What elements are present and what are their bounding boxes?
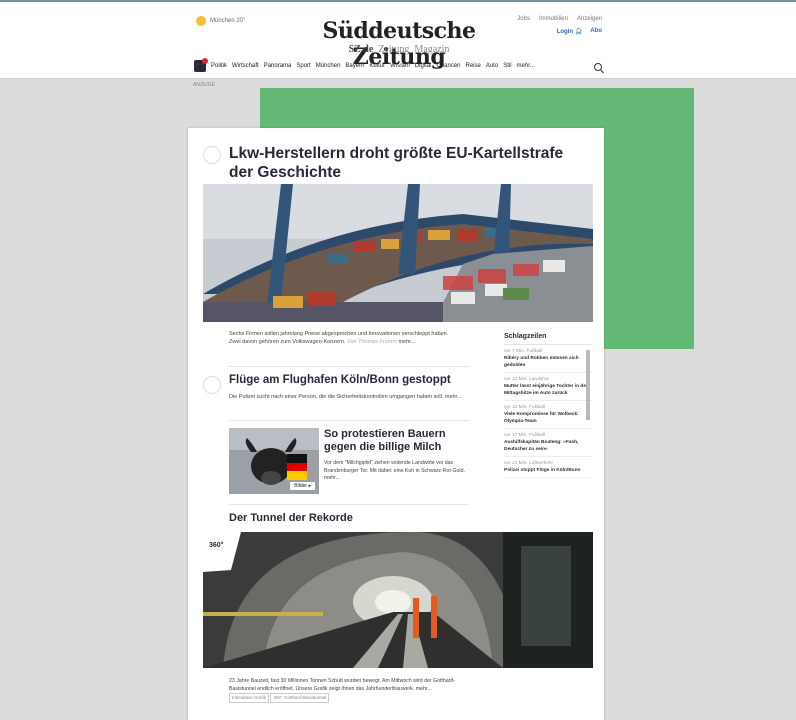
item-headline: Aushilfskapitän Boateng: »Fash, Deutsche… [504,440,579,452]
gallery-button[interactable]: Bilder ▸ [290,482,315,490]
nav-item-reise[interactable]: Reise [466,63,481,69]
weather-text: München 20° [210,18,246,24]
sidebar-item[interactable]: vor 12 Min. Fußball Viele Kompromisse fü… [504,401,592,429]
nav-item-digital[interactable]: Digital [415,63,432,69]
article2-teaser-text: Die Polizei sucht nach einer Person, die… [229,394,444,400]
item-headline: Ribéry und Robben müssen sich gedulden [504,356,579,368]
magazin-link[interactable]: Magazin [414,44,449,55]
lead-more-link[interactable]: mehr... [398,339,415,345]
lead-teaser-text: Sechs Firmen sollen jahrelang Preise abg… [229,331,449,345]
nav-item-politik[interactable]: Politik [211,63,227,69]
article2-teaser: Die Polizei sucht nach einer Person, die… [229,393,479,401]
comment-bubble-icon[interactable] [203,146,221,164]
tag-chip[interactable]: Interaktive Grafik [229,693,270,703]
comment-bubble-icon[interactable] [203,376,221,394]
lead-author: Von Thomas Fromm [347,339,397,345]
lead-headline[interactable]: Lkw-Herstellern droht größte EU-Kartells… [229,144,569,182]
item-time: vor 7 Min. [504,349,526,354]
nav-item-kultur[interactable]: Kultur [369,63,385,69]
article4-image[interactable]: 360° [203,532,593,668]
sz-de-link[interactable]: SZ.de [349,44,374,55]
abo-link[interactable]: Abo [590,28,602,35]
nav-item-stil[interactable]: Stil [503,63,511,69]
article3-headline[interactable]: So protestieren Bauern gegen die billige… [324,428,474,454]
article4-headline[interactable]: Der Tunnel der Rekorde [229,512,469,524]
site-header: München 20° Süddeutsche Zeitung SZ.de Ze… [0,2,796,79]
home-icon[interactable] [194,58,208,72]
article3-image[interactable]: Bilder ▸ [229,428,319,494]
360-badge: 360° [209,542,224,549]
top-links: Jobs Immobilien Anzeigen [517,16,602,22]
bridge-trucks-photo [203,184,593,322]
article4-more-link[interactable]: mehr... [416,686,432,692]
item-section: Fußball [529,405,546,410]
article3-more-link[interactable]: mehr... [324,475,340,481]
sidebar-fade [504,468,592,508]
nav-item-bayern[interactable]: Bayern [345,63,364,69]
article4-teaser: 23 Jahre Bauzeit, fast 30 Millionen Tonn… [229,678,469,703]
nav-item-wissen[interactable]: Wissen [390,63,410,69]
weather-widget[interactable]: München 20° [196,16,245,26]
tag-chip[interactable]: 360° Gotthard-Basistunnel [270,693,330,703]
sun-icon [196,16,206,26]
nav-item-chancen[interactable]: Chancen [436,63,460,69]
item-time: vor 17 Min. [504,433,528,438]
lead-image[interactable] [203,184,593,322]
sidebar-item[interactable]: vor 7 Min. Fußball Ribéry und Robben müs… [504,345,592,373]
article2-more-link[interactable]: mehr... [445,394,462,400]
account-links: Login 👤︎ Abo [557,28,602,35]
headlines-sidebar: Schlagzeilen vor 7 Min. Fußball Ribéry u… [504,328,592,508]
sidebar-scrollbar[interactable] [586,350,590,420]
zeitung-link[interactable]: Zeitung [378,44,409,55]
tunnel-photo [203,532,593,668]
login-link[interactable]: Login 👤︎ [557,28,583,35]
sidebar-title: Schlagzeilen [504,328,592,345]
item-section: Landshut [529,377,549,382]
divider [229,366,469,367]
jobs-link[interactable]: Jobs [517,16,530,22]
item-headline: Viele Kompromisse für Wolbeck: Olympia-T… [504,412,579,424]
item-section: Fußball [529,433,546,438]
sidebar-item[interactable]: vor 12 Min. Landshut Mutter lässt einjäh… [504,373,592,401]
nav-item-muenchen[interactable]: München [316,63,341,69]
item-time: vor 12 Min. [504,405,528,410]
anzeigen-link[interactable]: Anzeigen [577,16,602,22]
nav-item-mehr[interactable]: mehr... [517,63,535,69]
lead-teaser: Sechs Firmen sollen jahrelang Preise abg… [229,330,459,346]
nav-item-sport[interactable]: Sport [296,63,310,69]
nav-item-auto[interactable]: Auto [486,63,498,69]
divider [229,420,469,421]
item-time: vor 21 Min. [504,461,528,466]
main-content: Lkw-Herstellern droht größte EU-Kartells… [188,128,604,720]
item-time: vor 12 Min. [504,377,528,382]
search-icon[interactable] [594,63,602,71]
item-section: Fußball [526,349,543,354]
article3-teaser-text: Vor dem "Milchgipfel" ziehen wütende Lan… [324,460,465,474]
nav-item-panorama[interactable]: Panorama [264,63,292,69]
logo-subline: SZ.de Zeitung Magazin [298,44,500,55]
divider [229,504,469,505]
sidebar-item[interactable]: vor 17 Min. Fußball Aushilfskapitän Boat… [504,429,592,457]
main-navigation: Politik Wirtschaft Panorama Sport Münche… [194,58,535,72]
article3-teaser: Vor dem "Milchgipfel" ziehen wütende Lan… [324,460,474,483]
item-section: Luftverkehr [529,461,554,466]
ad-label: ANZEIGE [193,82,215,88]
immobilien-link[interactable]: Immobilien [539,16,568,22]
article2-headline[interactable]: Flüge am Flughafen Köln/Bonn gestoppt [229,374,469,386]
item-headline: Mutter lässt einjährige Tochter in der M… [504,384,588,396]
nav-item-wirtschaft[interactable]: Wirtschaft [232,63,259,69]
